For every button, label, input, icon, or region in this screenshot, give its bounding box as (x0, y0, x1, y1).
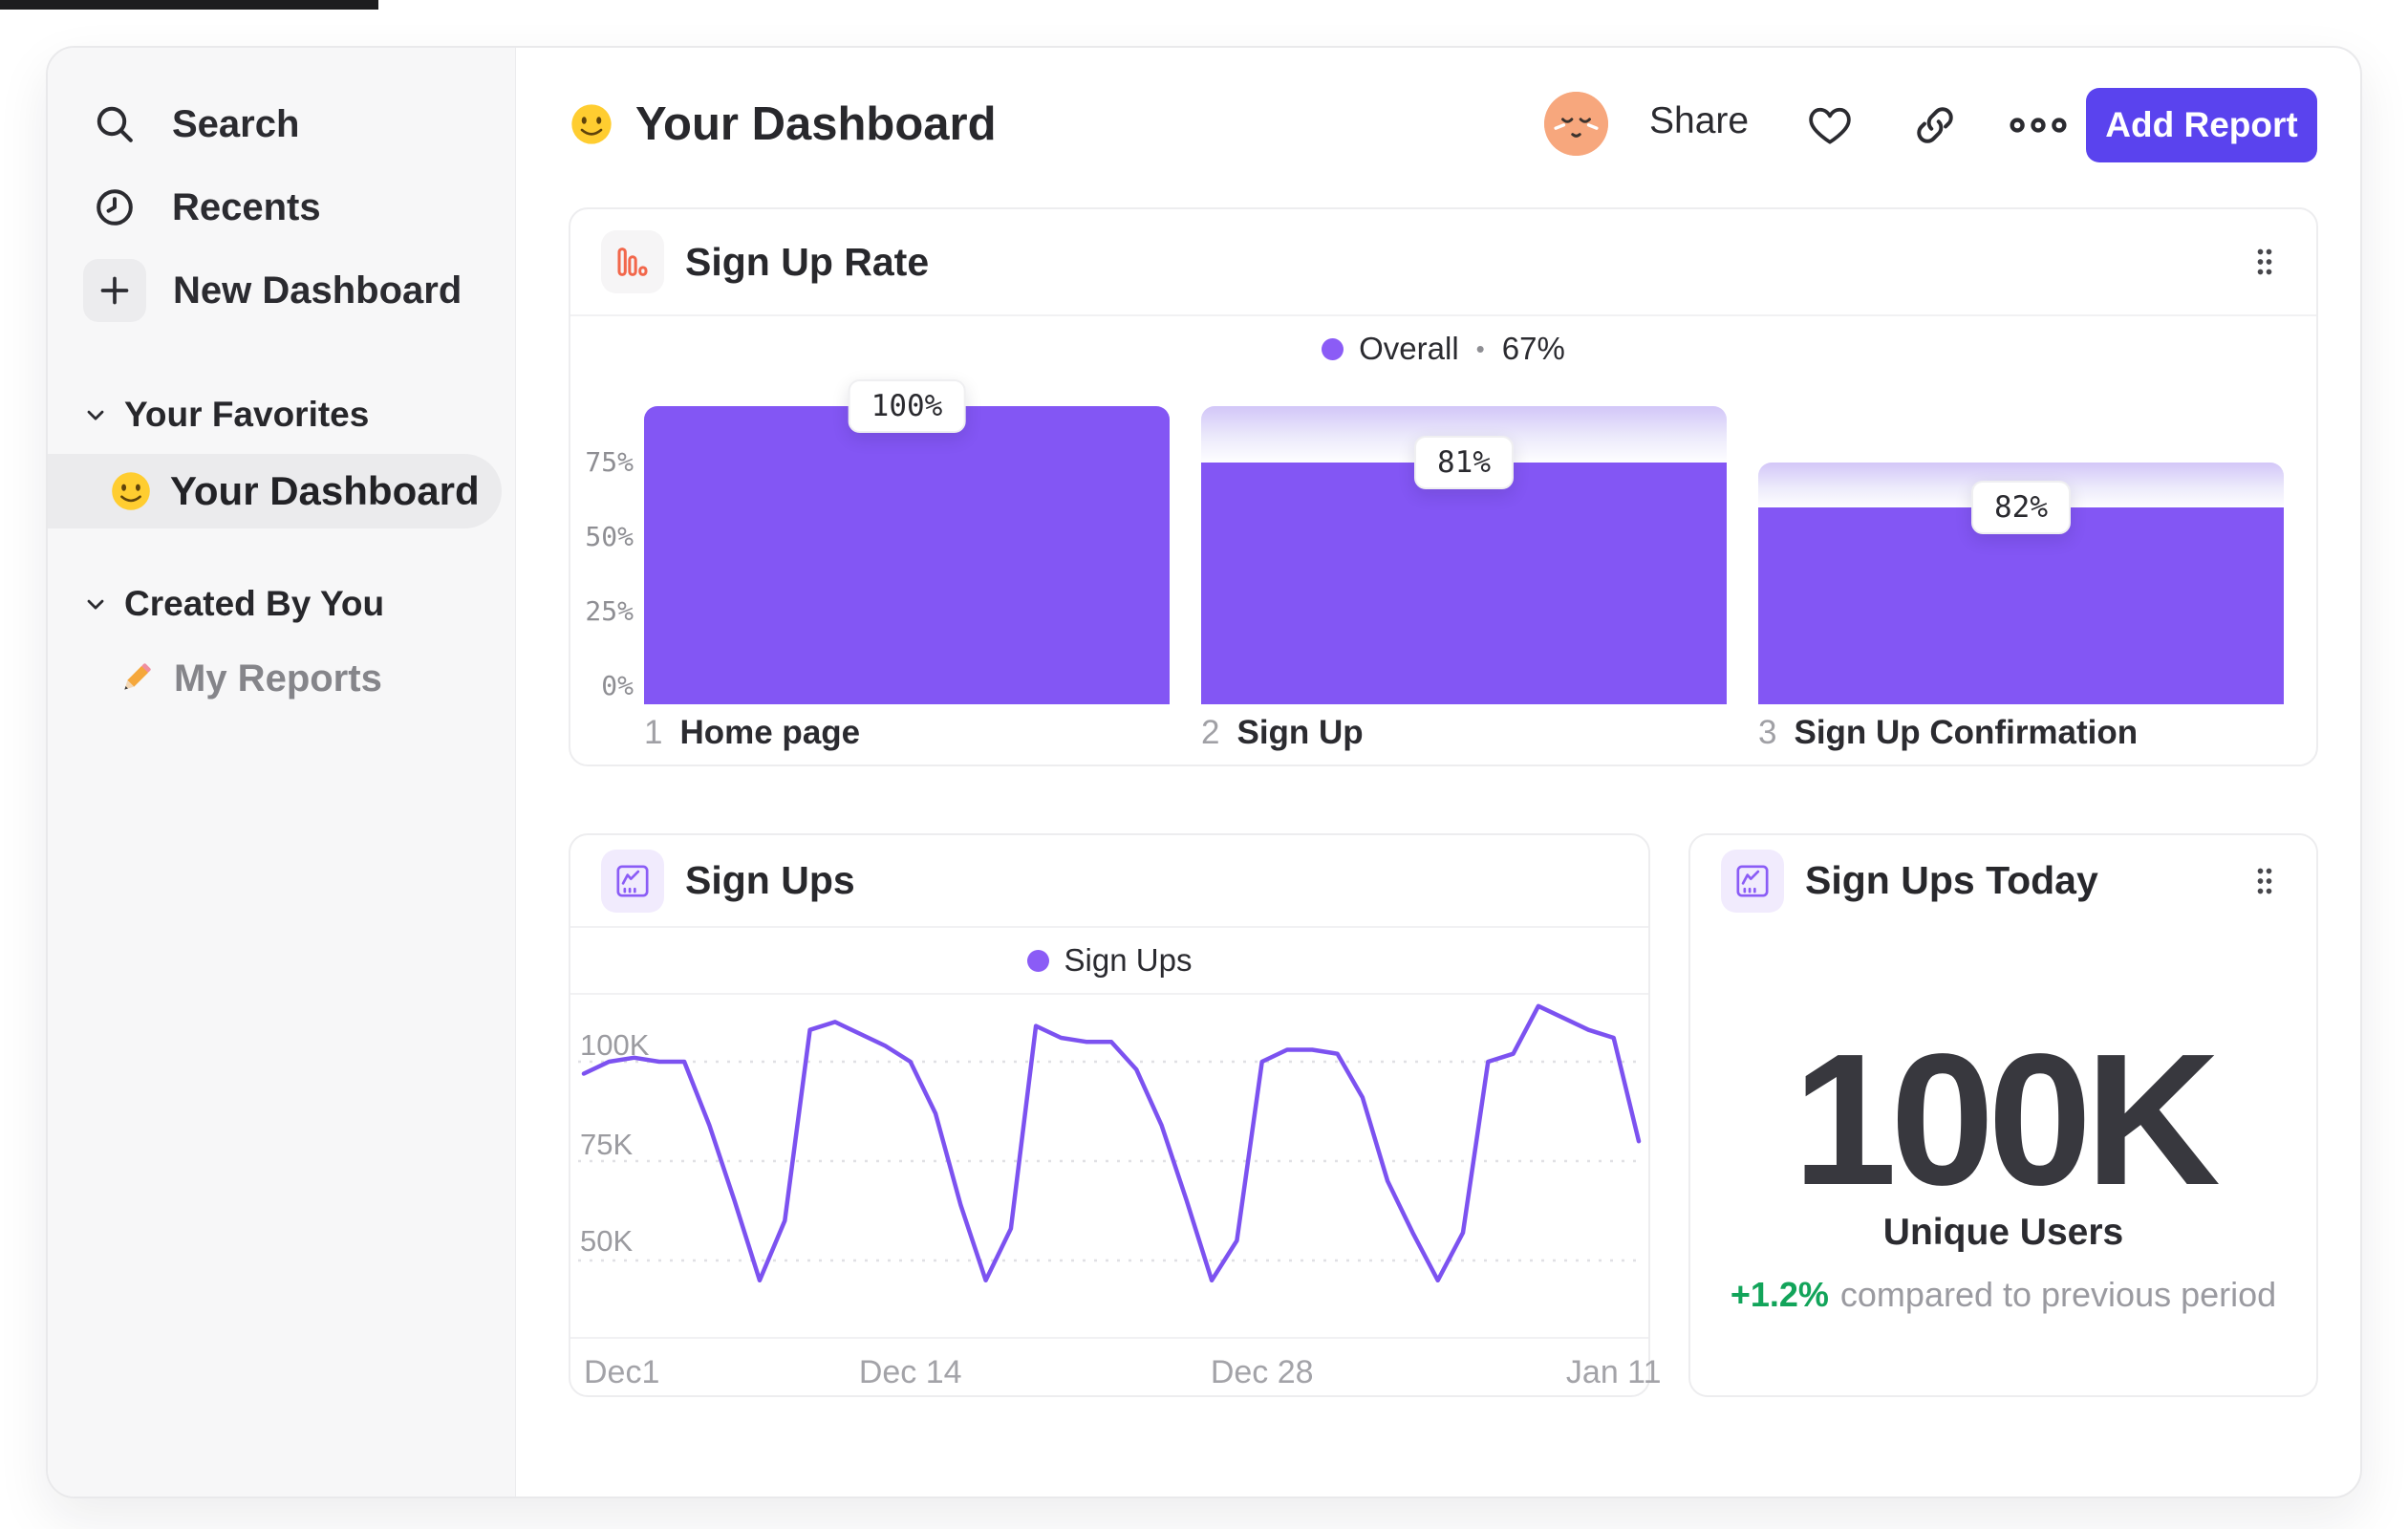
chevron-down-icon (82, 401, 109, 428)
sidebar-section-created-by-you[interactable]: Created By You (48, 581, 515, 627)
drag-handle-icon[interactable] (2247, 864, 2282, 898)
step-label: 1 Home page (644, 714, 1170, 752)
funnel-y-axis: 75% 50% 25% 0% (578, 406, 634, 704)
more-options-icon[interactable] (2009, 109, 2068, 141)
funnel-bar-fill (644, 406, 1170, 704)
smiley-emoji-icon (569, 101, 614, 147)
kpi-delta-row: +1.2% compared to previous period (1690, 1275, 2316, 1315)
card-title: Sign Up Rate (685, 239, 930, 284)
card-header: Sign Ups Today (1690, 835, 2316, 926)
line-plot (578, 998, 1645, 1337)
search-icon (92, 101, 138, 147)
kpi-value: 100K (1793, 1015, 2221, 1224)
sidebar-item-label: My Reports (174, 657, 382, 700)
funnel-plot: 100% 81% 82% (644, 379, 2284, 704)
sign-ups-today-card: Sign Ups Today 100K Unique Users +1.2% co… (1688, 833, 2318, 1397)
clock-icon (92, 184, 138, 230)
kpi-delta-note: compared to previous period (1839, 1275, 2277, 1314)
funnel-bar-fill (1758, 507, 2284, 704)
step-label: 3 Sign Up Confirmation (1758, 714, 2284, 752)
section-title: Created By You (124, 584, 385, 623)
sign-ups-card: Sign Ups Sign Ups 100K 75K 50K Dec1 Dec 1… (569, 833, 1661, 1397)
app-window: Search Recents New Dashboard Your Favori… (46, 46, 2362, 1498)
kpi-delta: +1.2% (1730, 1275, 1829, 1314)
pencil-emoji-icon (115, 657, 157, 700)
sidebar-item-label: New Dashboard (173, 269, 462, 312)
sidebar-section-your-favorites[interactable]: Your Favorites (48, 392, 515, 438)
step-number: 1 (644, 714, 663, 751)
step-number: 3 (1758, 714, 1777, 751)
sidebar-item-my-reports[interactable]: My Reports (48, 644, 515, 713)
step-number: 2 (1201, 714, 1220, 751)
sidebar-item-new-dashboard[interactable]: New Dashboard (48, 257, 515, 324)
kpi-label: Unique Users (1882, 1212, 2124, 1253)
funnel-step-labels: 1 Home page 2 Sign Up 3 Sign Up Confirma… (644, 714, 2284, 752)
funnel-bar-sign-up[interactable]: 81% (1201, 406, 1727, 704)
copy-link-icon[interactable] (1911, 101, 1959, 149)
sidebar: Search Recents New Dashboard Your Favori… (48, 48, 516, 1497)
y-tick: 25% (585, 595, 634, 627)
step-name: Home page (679, 714, 861, 751)
screen-edge-artifact (0, 0, 378, 10)
card-title: Sign Ups (685, 858, 855, 902)
x-tick: Jan 11 (1565, 1354, 1662, 1390)
divider (570, 993, 1648, 995)
y-tick: 0% (601, 670, 634, 701)
step-name: Sign Up Confirmation (1794, 714, 2139, 751)
page-title: Your Dashboard (569, 94, 997, 155)
funnel-value-tooltip: 82% (1971, 481, 2071, 535)
sidebar-item-recents[interactable]: Recents (48, 174, 515, 241)
legend-separator: • (1475, 334, 1485, 363)
card-header: Sign Ups (570, 835, 1648, 926)
user-avatar[interactable] (1544, 92, 1608, 156)
legend-label: Sign Ups (1064, 942, 1193, 978)
x-tick: Dec1 (584, 1354, 660, 1390)
section-title: Your Favorites (124, 395, 370, 434)
drag-handle-icon[interactable] (2247, 245, 2282, 279)
funnel-bar-fill (1201, 463, 1727, 704)
sign-up-rate-card: Sign Up Rate Overall • 67% 75% 50% 25% 0… (569, 207, 2318, 766)
y-tick: 75% (585, 446, 634, 478)
card-title: Sign Ups Today (1805, 858, 2098, 902)
funnel-value-tooltip: 100% (848, 379, 966, 433)
sidebar-item-search[interactable]: Search (48, 91, 515, 158)
favorite-heart-icon[interactable] (1806, 101, 1854, 149)
line-x-axis: Dec1 Dec 14 Dec 28 Jan 11 (570, 1337, 1661, 1397)
funnel-bar-sign-up-confirmation[interactable]: 82% (1758, 406, 2284, 704)
funnel-value-tooltip: 81% (1414, 436, 1514, 490)
sidebar-item-label: Recents (172, 185, 321, 228)
line-chart-icon (601, 849, 664, 913)
sidebar-item-label: Your Dashboard (170, 468, 480, 513)
sidebar-item-label: Search (172, 102, 300, 145)
plus-icon (83, 259, 146, 322)
x-tick: Dec 14 (858, 1354, 962, 1390)
line-legend: Sign Ups (570, 928, 1648, 993)
add-report-button[interactable]: Add Report (2086, 88, 2317, 162)
line-chart-icon (1721, 849, 1784, 913)
share-button[interactable]: Share (1649, 100, 1749, 142)
card-header: Sign Up Rate (570, 209, 2316, 314)
legend-label: Overall (1359, 331, 1459, 366)
sidebar-item-your-dashboard[interactable]: Your Dashboard (48, 454, 502, 528)
legend-value: 67% (1501, 331, 1565, 366)
y-tick: 50% (585, 521, 634, 552)
step-name: Sign Up (1236, 714, 1364, 751)
funnel-bar-home-page[interactable]: 100% (644, 379, 1170, 704)
legend-dot (1322, 337, 1344, 360)
bar-chart-icon (601, 230, 664, 293)
step-label: 2 Sign Up (1201, 714, 1727, 752)
chevron-down-icon (82, 591, 109, 617)
smiley-emoji-icon (109, 469, 153, 513)
dashboard-title: Your Dashboard (635, 98, 997, 150)
legend-dot (1026, 949, 1049, 972)
funnel-legend: Overall • 67% (570, 316, 2316, 381)
x-tick: Dec 28 (1210, 1354, 1314, 1390)
